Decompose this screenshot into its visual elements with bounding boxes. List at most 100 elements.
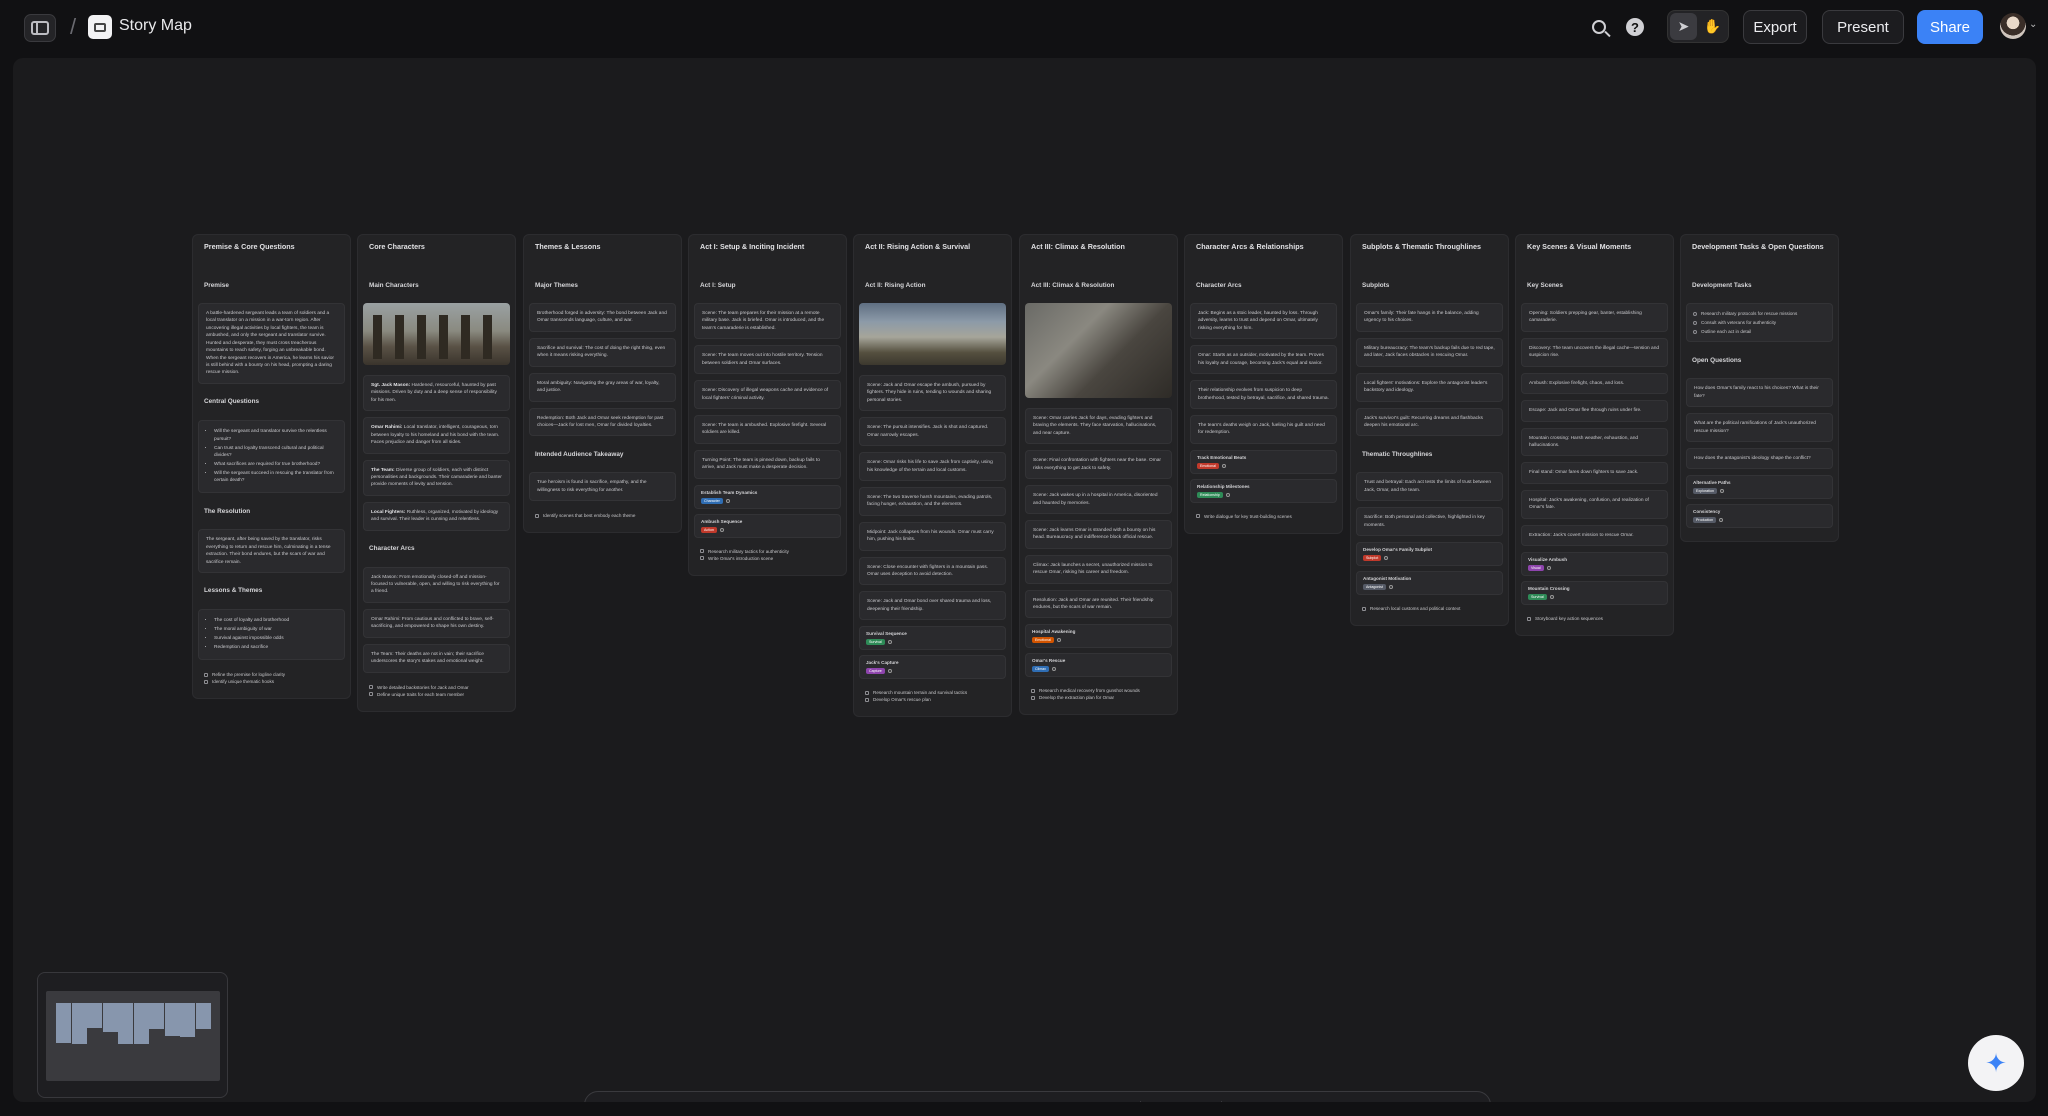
radio-icon[interactable] (1693, 329, 1697, 334)
note-card[interactable]: Scene: Omar risks his life to save Jack … (859, 452, 1006, 481)
checkbox[interactable] (535, 513, 539, 518)
tag-card[interactable]: Establish Team Dynamics Character (694, 484, 841, 509)
tag-badge[interactable]: Survival (866, 639, 885, 646)
note-card[interactable]: The cost of loyalty and brotherhood The m… (198, 608, 345, 661)
note-card[interactable]: The Team: Their deaths are not in vain; … (363, 643, 510, 673)
tag-badge[interactable]: Subplot (1363, 555, 1382, 562)
minimap-viewport[interactable] (46, 991, 220, 1081)
note-card[interactable]: Jack: Begins as a stoic leader, haunted … (1190, 303, 1337, 340)
note-card[interactable]: True heroism is found in sacrifice, empa… (529, 472, 676, 502)
tag-card[interactable]: Relationship Milestones Relationship (1190, 478, 1337, 503)
note-card[interactable]: Turning Point: The team is pinned down, … (694, 449, 841, 479)
note-card[interactable]: Scene: The pursuit intensifies. Jack is … (859, 417, 1006, 447)
note-card[interactable]: Scene: The two traverse harsh mountains,… (859, 486, 1006, 516)
board-canvas[interactable]: Premise & Core Questions Premise A battle-… (13, 58, 2036, 1102)
note-card[interactable]: Omar Rahimi: From cautious and conflicte… (363, 608, 510, 638)
note-card[interactable]: Sgt. Jack Mason: Hardened, resourceful, … (363, 375, 510, 412)
tag-card[interactable]: Alternative Paths Exploration (1686, 475, 1833, 500)
note-card[interactable]: Their relationship evolves from suspicio… (1190, 380, 1337, 409)
tag-badge[interactable]: Exploration (1693, 488, 1717, 495)
task-list[interactable]: Research military protocols for rescue m… (1686, 303, 1833, 343)
note-card[interactable]: Final stand: Omar fares down fighters to… (1521, 462, 1668, 484)
checkbox[interactable] (204, 672, 208, 677)
tag-badge[interactable]: Production (1693, 517, 1717, 524)
tag-card[interactable]: Visualize Ambush Visual (1521, 552, 1668, 577)
note-card[interactable]: Moral ambiguity: Navigating the gray are… (529, 372, 676, 402)
note-card[interactable]: Jack's survivor's guilt: Recurring dream… (1356, 407, 1503, 437)
note-card[interactable]: Scene: The team prepares for their missi… (694, 303, 841, 340)
story-column[interactable]: Core Characters Main Characters Sgt. Jack … (357, 234, 516, 712)
present-button[interactable]: Present (1822, 10, 1904, 44)
tag-card[interactable]: Consistency Production (1686, 504, 1833, 529)
note-card[interactable]: How does Omar's family react to his choi… (1686, 378, 1833, 408)
checklist-item[interactable]: Research military tactics for authentici… (700, 549, 835, 554)
note-card[interactable]: How does the antagonist's ideology shape… (1686, 448, 1833, 470)
checkbox[interactable] (865, 697, 869, 702)
note-card[interactable]: Omar Rahimi: Local translator, intellige… (363, 417, 510, 454)
note-card[interactable]: Scene: The team is ambushed. Explosive f… (694, 414, 841, 444)
tag-badge[interactable]: Relationship (1197, 491, 1223, 498)
checkbox[interactable] (865, 690, 869, 695)
checkbox[interactable] (1031, 688, 1035, 693)
note-card[interactable]: Resolution: Jack and Omar are reunited. … (1025, 589, 1172, 619)
note-card[interactable]: Scene: Jack learns Omar is stranded with… (1025, 519, 1172, 549)
note-card[interactable]: Scene: Close encounter with fighters in … (859, 556, 1006, 586)
minimap[interactable] (37, 972, 228, 1098)
note-card[interactable]: Will the sergeant and translator survive… (198, 419, 345, 494)
note-card[interactable]: Extraction: Jack's covert mission to res… (1521, 524, 1668, 547)
tag-badge[interactable]: Visual (1528, 565, 1544, 572)
note-card[interactable]: Scene: Jack and Omar escape the ambush, … (859, 375, 1006, 412)
note-card[interactable]: Sacrifice and survival: The cost of doin… (529, 337, 676, 367)
story-column[interactable]: Themes & Lessons Major Themes Brotherhood … (523, 234, 682, 534)
checkbox[interactable] (1527, 616, 1531, 621)
note-card[interactable]: Omar's family: Their fate hangs in the b… (1356, 303, 1503, 332)
checklist-item[interactable]: Develop the extraction plan for Omar (1031, 695, 1166, 700)
checklist-item[interactable]: Define unique traits for each team membe… (369, 692, 504, 697)
note-card[interactable]: Sacrifice: Both personal and collective,… (1356, 507, 1503, 537)
note-card[interactable]: Scene: Discovery of illegal weapons cach… (694, 380, 841, 409)
story-column[interactable]: Key Scenes & Visual Moments Key Scenes Ope… (1515, 234, 1674, 637)
note-card[interactable]: The sergeant, after being saved by the t… (198, 529, 345, 573)
note-card[interactable]: Redemption: Both Jack and Omar seek rede… (529, 407, 676, 437)
radio-icon[interactable] (1693, 320, 1697, 325)
note-card[interactable]: Escape: Jack and Omar flee through ruins… (1521, 400, 1668, 422)
checkbox[interactable] (700, 549, 704, 554)
task-item[interactable]: Outline each act in detail (1693, 328, 1826, 335)
checklist-item[interactable]: Identify scenes that best embody each th… (535, 513, 670, 518)
note-card[interactable]: Discovery: The team uncovers the illegal… (1521, 337, 1668, 367)
note-card[interactable]: Scene: The team moves out into hostile t… (694, 345, 841, 375)
tag-badge[interactable]: Emotional (1197, 462, 1219, 469)
checkbox[interactable] (1031, 695, 1035, 700)
tag-card[interactable]: Ambush Sequence Action (694, 513, 841, 538)
note-card[interactable]: The team's deaths weigh on Jack, fueling… (1190, 414, 1337, 444)
tag-badge[interactable]: Character (701, 497, 723, 504)
note-card[interactable]: Trust and betrayal: Each act tests the l… (1356, 472, 1503, 502)
task-item[interactable]: Consult with veterans for authenticity (1693, 319, 1826, 326)
checklist-item[interactable]: Research medical recovery from gunshot w… (1031, 688, 1166, 693)
pointer-icon[interactable]: ➤ (1670, 13, 1697, 40)
note-card[interactable]: Ambush: Explosive firefight, chaos, and … (1521, 372, 1668, 395)
help-button[interactable]: ? (1624, 16, 1646, 38)
story-column[interactable]: Act I: Setup & Inciting Incident Act I: S… (688, 234, 847, 576)
tag-card[interactable]: Track Emotional Beats Emotional (1190, 449, 1337, 474)
tag-card[interactable]: Survival Sequence Survival (859, 626, 1006, 651)
tag-card[interactable]: Develop Omar's Family Subplot Subplot (1356, 542, 1503, 567)
checklist-item[interactable]: Refine the premise for logline clarity (204, 672, 339, 677)
note-card[interactable]: Local fighters' motivations: Explore the… (1356, 372, 1503, 402)
export-button[interactable]: Export (1743, 10, 1807, 44)
tag-card[interactable]: Hospital Awakening Emotional (1025, 624, 1172, 649)
note-card[interactable]: Hospital: Jack's awakening, confusion, a… (1521, 489, 1668, 519)
tag-badge[interactable]: Emotional (1032, 637, 1054, 644)
ai-assistant-button[interactable]: ✦ (1968, 1035, 2024, 1091)
avatar[interactable] (2000, 13, 2026, 39)
story-column[interactable]: Development Tasks & Open Questions Develo… (1680, 234, 1839, 543)
note-card[interactable]: Omar: Starts as an outsider, motivated b… (1190, 345, 1337, 375)
checklist-item[interactable]: Identify unique thematic hooks (204, 679, 339, 684)
checkbox[interactable] (1196, 514, 1200, 519)
search-icon[interactable] (1588, 16, 1610, 38)
tag-badge[interactable]: Climax (1032, 666, 1049, 673)
tag-card[interactable]: Antagonist Motivation Antagonist (1356, 571, 1503, 596)
tag-badge[interactable]: Action (701, 526, 717, 533)
checkbox[interactable] (1362, 606, 1366, 611)
checkbox[interactable] (369, 692, 373, 697)
